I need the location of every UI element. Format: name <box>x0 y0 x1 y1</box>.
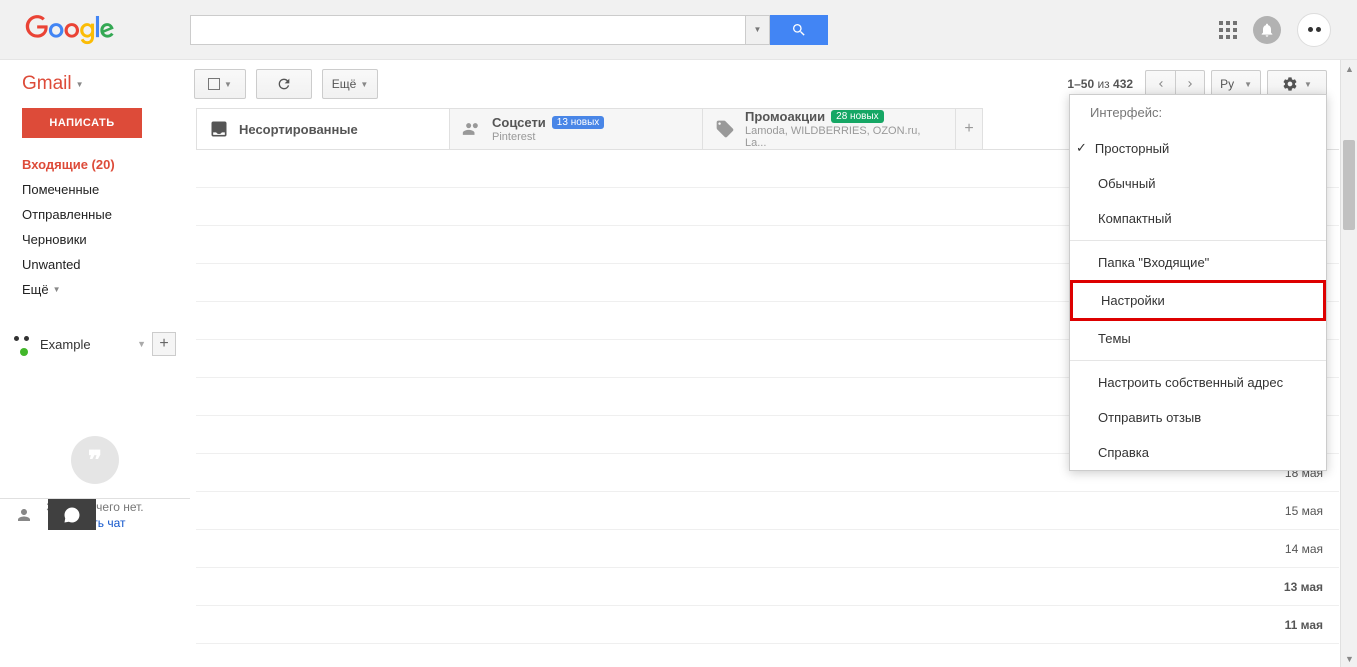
refresh-button[interactable] <box>256 69 312 99</box>
hangouts-icon: ❞ <box>71 436 119 484</box>
header-right <box>1219 13 1347 47</box>
google-logo[interactable] <box>10 15 170 45</box>
email-date: 11 мая <box>1285 618 1329 632</box>
sidebar-item-drafts[interactable]: Черновики <box>0 227 190 252</box>
email-row[interactable]: 11 мая <box>196 606 1339 644</box>
sidebar: НАПИСАТЬ Входящие (20) Помеченные Отправ… <box>0 108 190 530</box>
sm-density-comfortable[interactable]: Просторный <box>1070 130 1326 166</box>
tag-icon <box>715 119 735 139</box>
notifications-icon[interactable] <box>1253 16 1281 44</box>
search-dropdown-icon[interactable]: ▼ <box>745 16 769 44</box>
sm-inbox-folder[interactable]: Папка "Входящие" <box>1070 245 1326 280</box>
search-icon <box>791 22 807 38</box>
toolbar-buttons: ▼ Ещё▼ <box>194 69 378 99</box>
chevron-left-icon <box>1155 78 1167 90</box>
scroll-up-icon[interactable]: ▲ <box>1341 60 1357 77</box>
scrollbar[interactable]: ▲ ▼ <box>1340 60 1357 667</box>
scroll-thumb[interactable] <box>1343 140 1355 230</box>
sidebar-links: Входящие (20) Помеченные Отправленные Че… <box>0 152 190 302</box>
hangouts-add-button[interactable]: + <box>152 332 176 356</box>
sm-divider <box>1070 360 1326 361</box>
sm-themes[interactable]: Темы <box>1070 321 1326 356</box>
hangouts-tab-icon[interactable] <box>48 499 96 530</box>
tab-add-button[interactable]: + <box>955 108 983 149</box>
hangouts-user[interactable]: Example ▼ + <box>14 332 176 356</box>
more-button[interactable]: Ещё▼ <box>322 69 378 99</box>
compose-button[interactable]: НАПИСАТЬ <box>22 108 142 138</box>
sm-configure[interactable]: Настроить собственный адрес <box>1070 365 1326 400</box>
chevron-down-icon: ▼ <box>137 339 146 349</box>
scroll-down-icon[interactable]: ▼ <box>1341 650 1357 667</box>
email-row[interactable]: 14 мая <box>196 530 1339 568</box>
sm-density-normal[interactable]: Обычный <box>1070 166 1326 201</box>
hangouts-avatar-icon <box>14 334 34 354</box>
sm-settings[interactable]: Настройки <box>1070 280 1326 321</box>
tab-social[interactable]: Соцсети13 новых Pinterest <box>449 108 703 149</box>
sm-heading: Интерфейс: <box>1070 95 1326 130</box>
tab-promotions[interactable]: Промоакции28 новых Lamoda, WILDBERRIES, … <box>702 108 956 149</box>
email-date: 13 мая <box>1284 580 1329 594</box>
header: ▼ <box>0 0 1357 60</box>
avatar[interactable] <box>1297 13 1331 47</box>
search-input[interactable]: ▼ <box>190 15 770 45</box>
sm-feedback[interactable]: Отправить отзыв <box>1070 400 1326 435</box>
sidebar-item-inbox[interactable]: Входящие (20) <box>0 152 190 177</box>
search-button[interactable] <box>770 15 828 45</box>
email-date: 14 мая <box>1285 542 1329 556</box>
page-count: 1–50 из 432 <box>1067 77 1133 91</box>
gear-icon <box>1282 76 1298 92</box>
people-icon <box>462 119 482 139</box>
sm-divider <box>1070 240 1326 241</box>
select-all-button[interactable]: ▼ <box>194 69 246 99</box>
apps-icon[interactable] <box>1219 21 1237 39</box>
email-row[interactable]: 13 мая <box>196 568 1339 606</box>
refresh-icon <box>276 76 292 92</box>
email-date: 15 мая <box>1285 504 1329 518</box>
sm-help[interactable]: Справка <box>1070 435 1326 470</box>
gmail-label[interactable]: Gmail▼ <box>10 73 180 95</box>
settings-menu: Интерфейс: Просторный Обычный Компактный… <box>1069 94 1327 471</box>
search-container: ▼ <box>190 15 828 45</box>
inbox-icon <box>209 119 229 139</box>
tab-primary[interactable]: Несортированные <box>196 108 450 149</box>
bottom-icons <box>0 498 190 530</box>
sidebar-item-unwanted[interactable]: Unwanted <box>0 252 190 277</box>
chevron-right-icon <box>1184 78 1196 90</box>
person-icon[interactable] <box>0 499 48 530</box>
sidebar-item-starred[interactable]: Помеченные <box>0 177 190 202</box>
sm-density-compact[interactable]: Компактный <box>1070 201 1326 236</box>
sidebar-item-more[interactable]: Ещё▼ <box>0 277 190 302</box>
sidebar-item-sent[interactable]: Отправленные <box>0 202 190 227</box>
email-row[interactable]: 15 мая <box>196 492 1339 530</box>
